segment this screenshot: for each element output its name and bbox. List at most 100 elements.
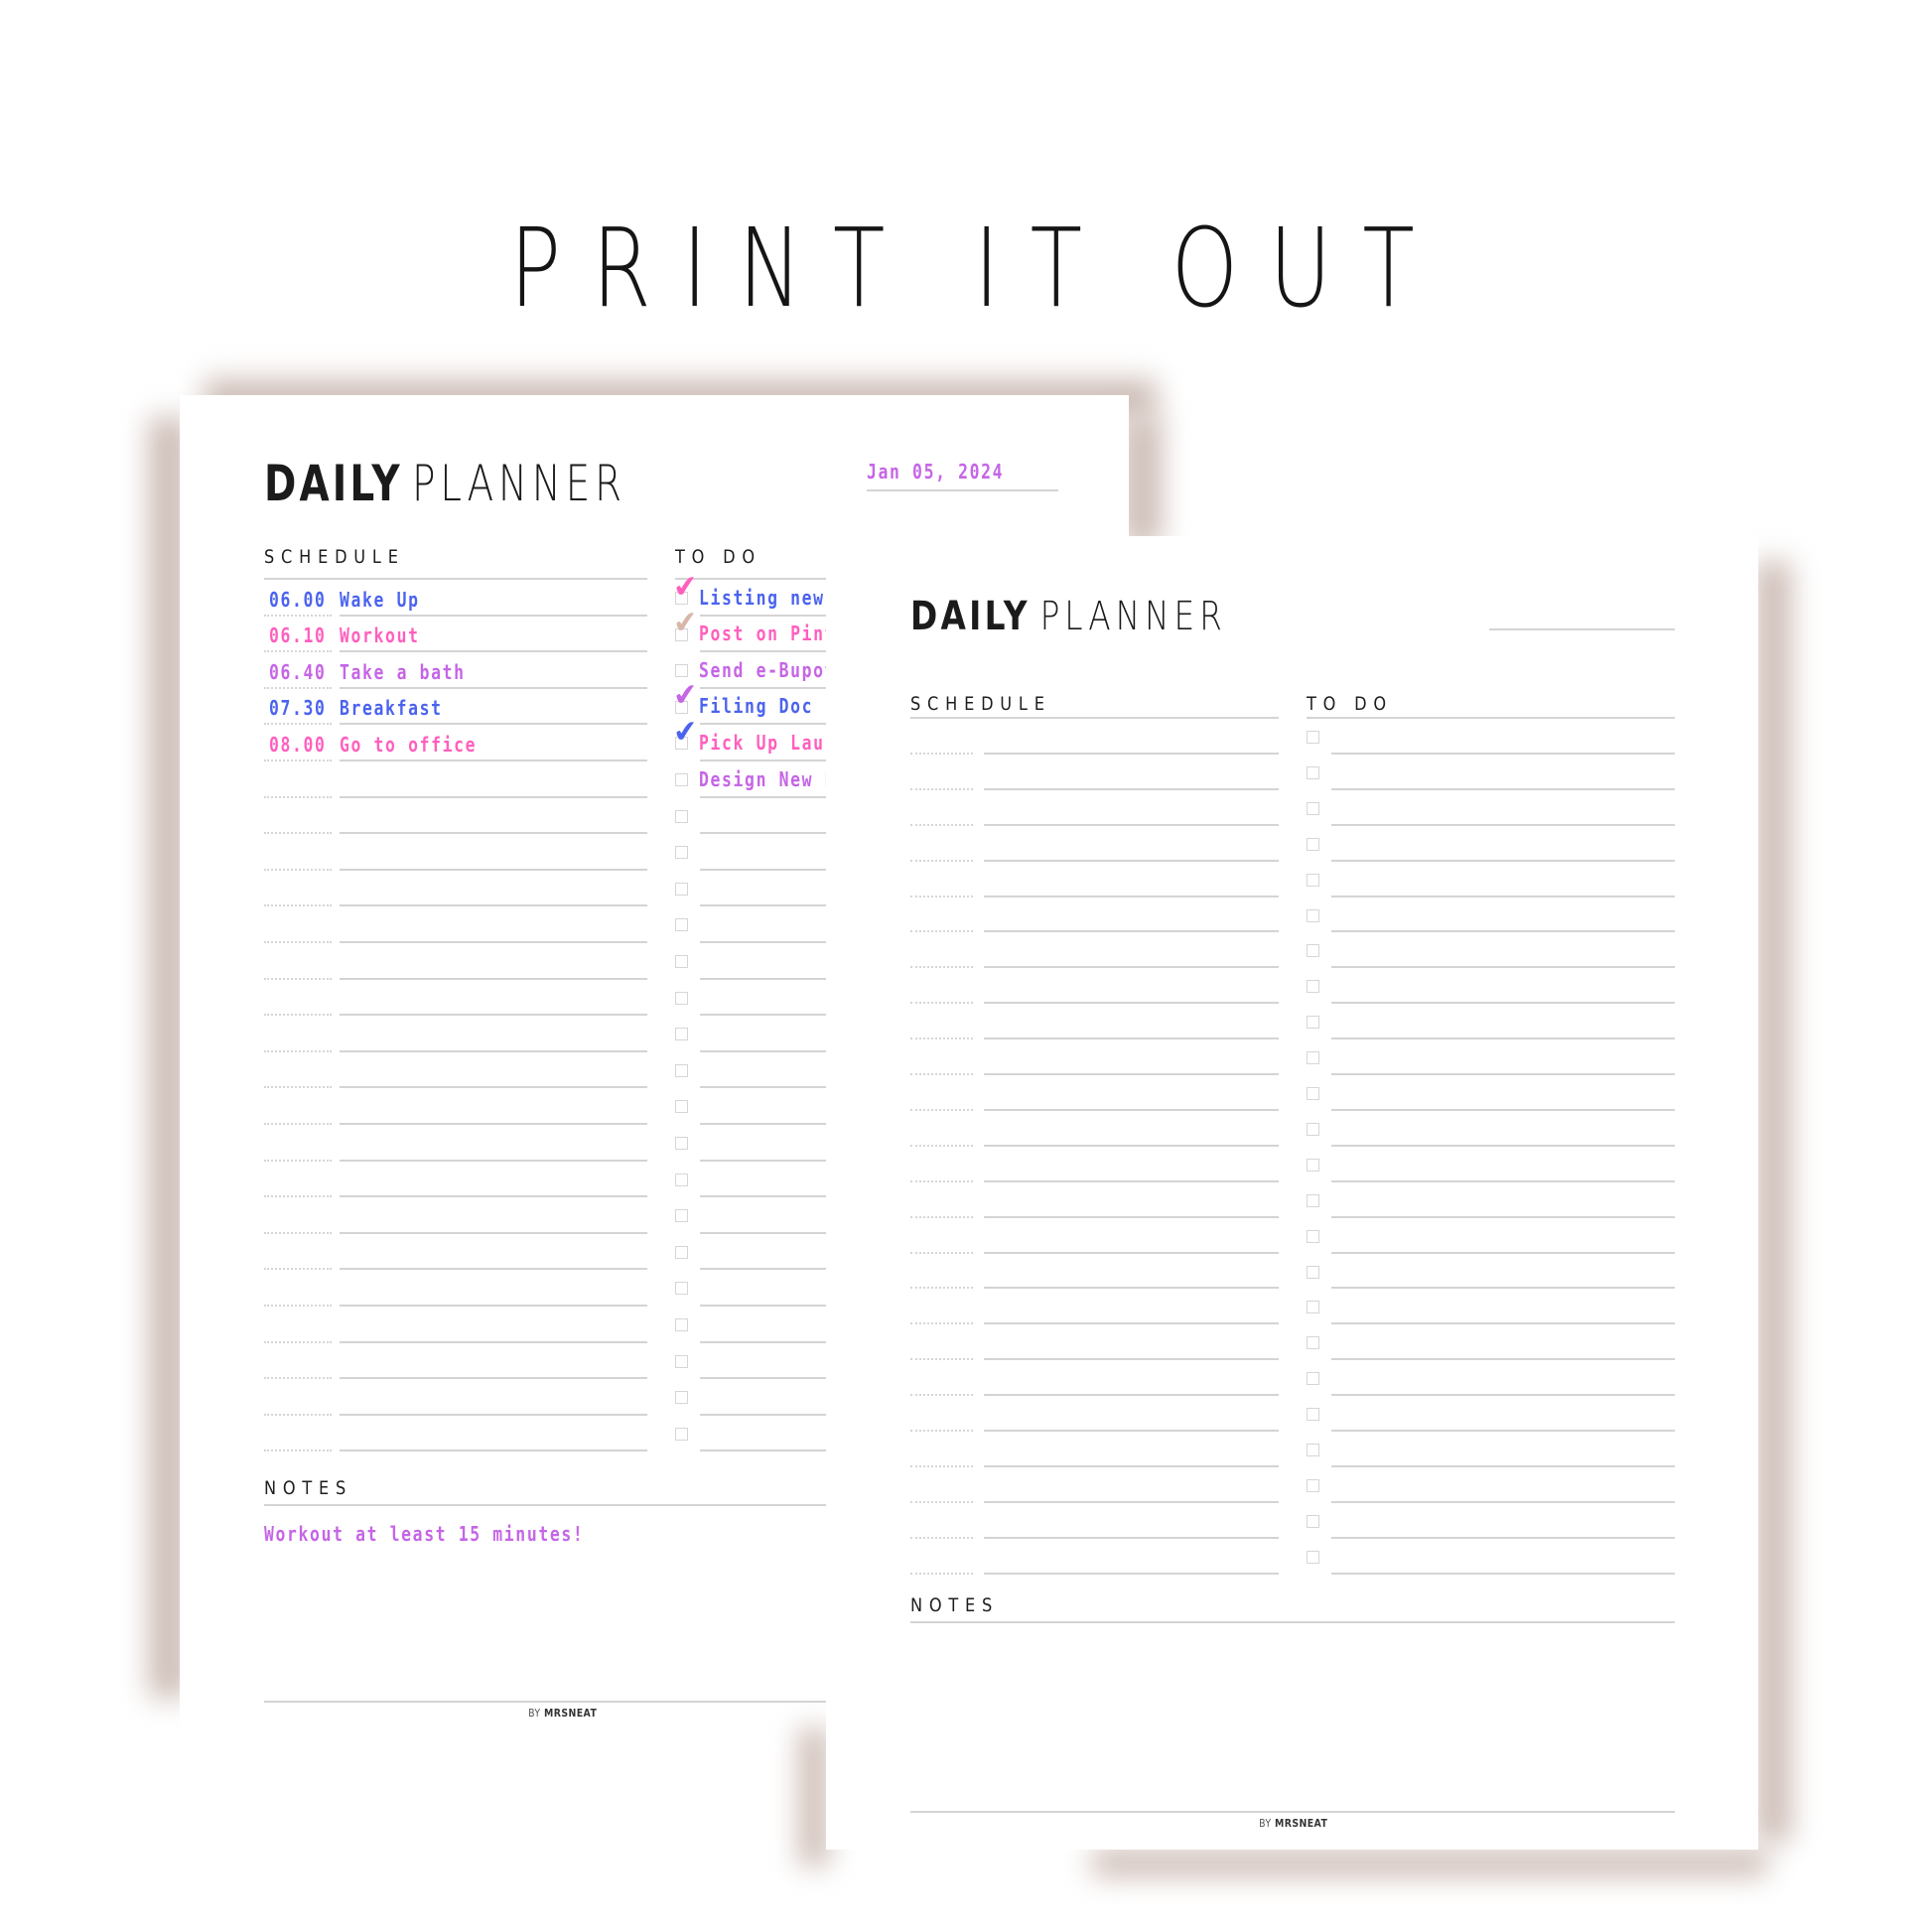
todo-checkbox[interactable] (675, 1100, 688, 1114)
todo-checkbox[interactable] (675, 991, 688, 1005)
todo-checkbox[interactable] (1307, 944, 1319, 958)
todo-checkbox[interactable] (1307, 1229, 1319, 1243)
schedule-row[interactable] (910, 1505, 1279, 1537)
todo-checkbox[interactable] (675, 664, 688, 678)
todo-checkbox[interactable] (1307, 980, 1319, 994)
todo-checkbox[interactable] (675, 809, 688, 823)
todo-checkbox[interactable] (675, 1137, 688, 1150)
todo-text: Filing Doc (699, 694, 814, 719)
todo-checkbox[interactable] (675, 773, 688, 786)
todo-checkbox[interactable] (675, 955, 688, 968)
schedule-row[interactable] (264, 800, 647, 833)
task-line (984, 1322, 1279, 1325)
todo-checkbox[interactable] (1307, 1122, 1319, 1136)
schedule-row[interactable] (910, 792, 1279, 824)
todo-checkbox[interactable] (675, 882, 688, 896)
schedule-row[interactable] (264, 1127, 647, 1160)
schedule-row[interactable] (910, 864, 1279, 896)
date-field[interactable]: Jan 05, 2024 (867, 460, 1004, 483)
time-slot-line (910, 1215, 973, 1218)
todo-checkbox[interactable] (1307, 1016, 1319, 1030)
schedule-row[interactable] (264, 982, 647, 1015)
schedule-row[interactable] (910, 899, 1279, 931)
schedule-row[interactable] (264, 1164, 647, 1196)
schedule-row[interactable] (910, 828, 1279, 860)
time-slot-line (910, 1287, 973, 1290)
todo-checkbox[interactable] (1307, 1193, 1319, 1207)
task-line (340, 1413, 647, 1416)
schedule-row[interactable] (264, 1418, 647, 1450)
schedule-row[interactable] (264, 1054, 647, 1087)
todo-checkbox[interactable] (1307, 1408, 1319, 1422)
schedule-row[interactable] (910, 1362, 1279, 1394)
todo-checkbox[interactable] (675, 1282, 688, 1296)
todo-checkbox[interactable] (675, 1173, 688, 1186)
todo-checkbox[interactable] (675, 1028, 688, 1041)
todo-checkbox[interactable] (1307, 1087, 1319, 1100)
time-slot-line (264, 1049, 332, 1052)
schedule-row[interactable] (264, 1381, 647, 1414)
todo-checkbox[interactable] (1307, 1336, 1319, 1350)
todo-checkbox[interactable] (675, 1245, 688, 1259)
todo-checkbox[interactable] (675, 1318, 688, 1331)
task-line (984, 823, 1279, 826)
todo-checkbox[interactable] (1307, 1372, 1319, 1386)
todo-checkbox[interactable] (1307, 765, 1319, 779)
schedule-row[interactable] (264, 873, 647, 905)
time-slot-line (264, 614, 332, 617)
todo-checkbox[interactable] (1307, 1301, 1319, 1314)
notes-text[interactable]: Workout at least 15 minutes! (264, 1522, 584, 1546)
schedule-row[interactable] (910, 1326, 1279, 1358)
todo-checkbox[interactable] (1307, 801, 1319, 815)
todo-checkbox[interactable] (1307, 1550, 1319, 1564)
schedule-row[interactable] (910, 1006, 1279, 1037)
todo-checkbox[interactable] (675, 1391, 688, 1405)
schedule-row[interactable] (264, 908, 647, 941)
todo-line (1331, 787, 1675, 790)
todo-checkbox[interactable] (1307, 1514, 1319, 1528)
schedule-row[interactable] (264, 1309, 647, 1341)
schedule-row[interactable] (264, 836, 647, 869)
todo-checkbox[interactable] (1307, 731, 1319, 744)
schedule-row[interactable] (264, 945, 647, 978)
schedule-row[interactable] (910, 1291, 1279, 1322)
todo-checkbox[interactable] (1307, 1478, 1319, 1492)
schedule-row[interactable] (910, 934, 1279, 966)
todo-checkbox[interactable] (1307, 1051, 1319, 1065)
schedule-row[interactable] (910, 1184, 1279, 1216)
schedule-row[interactable] (910, 1469, 1279, 1501)
schedule-row[interactable] (264, 763, 647, 796)
time-slot-line (910, 930, 973, 933)
todo-checkbox[interactable] (1307, 1444, 1319, 1456)
schedule-row[interactable] (910, 1398, 1279, 1430)
todo-checkbox[interactable] (1307, 837, 1319, 851)
schedule-row[interactable] (910, 757, 1279, 788)
todo-checkbox[interactable] (675, 1209, 688, 1223)
schedule-row[interactable] (910, 970, 1279, 1002)
time-slot-line (910, 787, 973, 790)
schedule-row[interactable] (264, 1272, 647, 1305)
schedule-row[interactable] (910, 1220, 1279, 1252)
schedule-row[interactable] (264, 1236, 647, 1269)
schedule-row[interactable] (264, 1090, 647, 1123)
schedule-row[interactable] (910, 1434, 1279, 1465)
todo-checkbox[interactable] (1307, 1265, 1319, 1279)
todo-checkbox[interactable] (1307, 908, 1319, 922)
schedule-row[interactable] (264, 1199, 647, 1232)
schedule-row[interactable] (910, 1041, 1279, 1073)
schedule-row[interactable] (264, 1345, 647, 1378)
schedule-row[interactable] (910, 721, 1279, 753)
todo-checkbox[interactable] (675, 918, 688, 932)
todo-checkbox[interactable] (1307, 1158, 1319, 1172)
schedule-row[interactable] (910, 1541, 1279, 1573)
schedule-row[interactable] (264, 1018, 647, 1050)
todo-checkbox[interactable] (675, 1427, 688, 1441)
schedule-row[interactable] (910, 1149, 1279, 1180)
schedule-row[interactable] (910, 1113, 1279, 1145)
todo-checkbox[interactable] (675, 846, 688, 860)
todo-checkbox[interactable] (675, 1354, 688, 1368)
todo-checkbox[interactable] (675, 1063, 688, 1077)
schedule-row[interactable] (910, 1077, 1279, 1109)
schedule-row[interactable] (910, 1256, 1279, 1288)
todo-checkbox[interactable] (1307, 873, 1319, 887)
